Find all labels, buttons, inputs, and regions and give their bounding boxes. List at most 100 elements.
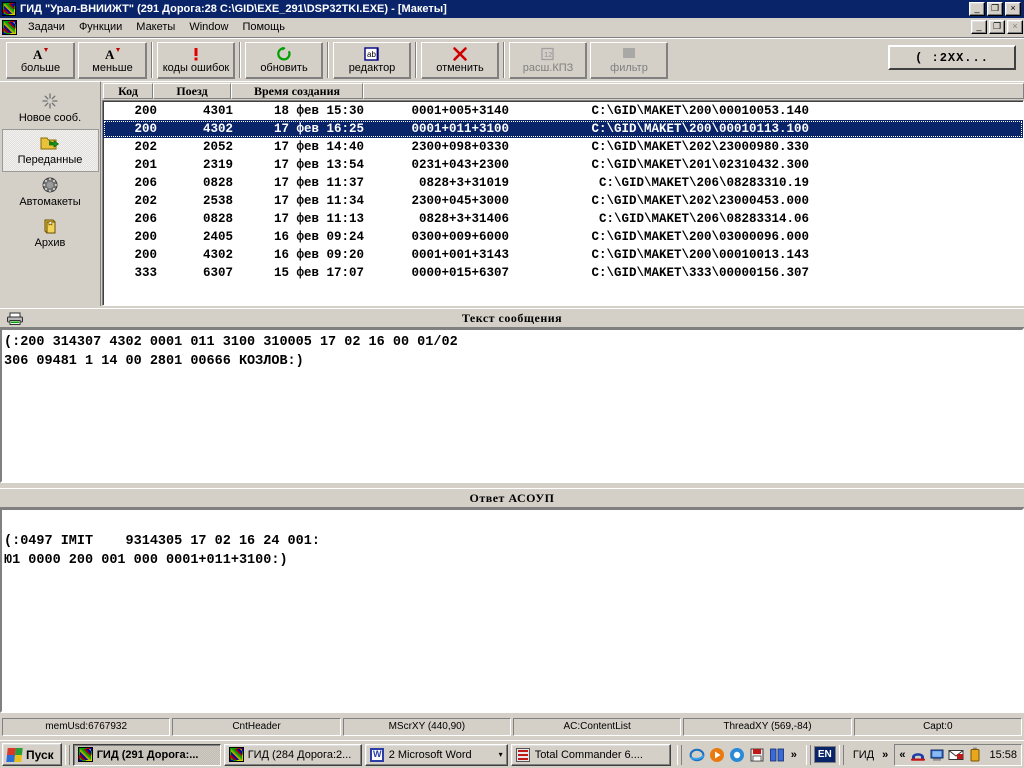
- font-larger-label: больше: [20, 62, 61, 74]
- toolbar-separator-2: [239, 42, 241, 78]
- menu-item-makets[interactable]: Макеты: [129, 19, 182, 35]
- cell-path: C:\GID\MAKET\206\08283310.19: [598, 176, 809, 190]
- column-header-code[interactable]: Код: [103, 83, 153, 99]
- table-row[interactable]: 200 4302 16 фев 09:20 0001+001+3143 C:\G…: [103, 246, 1023, 264]
- cell-time: 17 фев 11:13: [273, 212, 364, 226]
- cell-index: 0001+005+3140: [411, 104, 509, 118]
- taskbar-clock[interactable]: 15:58: [989, 749, 1017, 761]
- menu-item-window[interactable]: Window: [182, 19, 235, 35]
- mdi-minimize-button[interactable]: _: [971, 20, 987, 34]
- start-button[interactable]: Пуск: [2, 743, 62, 766]
- menu-item-functions[interactable]: Функции: [72, 19, 129, 35]
- mdi-restore-button[interactable]: ❐: [989, 20, 1005, 34]
- table-row[interactable]: 206 0828 17 фев 11:13 0828+3+31406 C:\GI…: [103, 210, 1023, 228]
- taskbar-grip-4[interactable]: [838, 744, 844, 765]
- task-button-word[interactable]: W 2 Microsoft Word ▾: [364, 743, 508, 766]
- asoup-response-title: Ответ АСОУП: [469, 490, 555, 505]
- command-code-box[interactable]: ( :2XX...: [888, 45, 1016, 70]
- task-button-gid-284[interactable]: ГИД (284 Дорога:2...: [223, 743, 362, 766]
- status-cell-threadxy: ThreadXY (569,-84): [683, 717, 852, 736]
- message-list[interactable]: 200 4301 18 фев 15:30 0001+005+3140 C:\G…: [102, 100, 1024, 306]
- table-row[interactable]: 333 6307 15 фев 17:07 0000+015+6307 C:\G…: [103, 264, 1023, 282]
- filter-button[interactable]: фильтр: [590, 42, 668, 79]
- grid-filter-icon: [621, 45, 637, 62]
- exclamation-icon: [189, 45, 203, 62]
- error-codes-button[interactable]: коды ошибок: [157, 42, 235, 79]
- cell-path: C:\GID\MAKET\200\00010013.143: [591, 248, 809, 262]
- asoup-response-body[interactable]: (:0497 IMIT 9314305 17 02 16 24 001: Ю1 …: [0, 508, 1024, 713]
- taskbar-grip-3[interactable]: [805, 744, 811, 765]
- message-text-body[interactable]: (:200 314307 4302 0001 011 3100 310005 1…: [0, 328, 1024, 483]
- table-row[interactable]: 202 2538 17 фев 11:34 2300+045+3000 C:\G…: [103, 192, 1023, 210]
- mdi-child-controls: _ ❐ ×: [971, 20, 1023, 34]
- editor-button[interactable]: ab редактор: [333, 42, 411, 79]
- task-button-gid-291[interactable]: ГИД (291 Дорога:...: [72, 743, 221, 766]
- task-button-total-commander[interactable]: Total Commander 6....: [510, 743, 671, 766]
- network-icon[interactable]: [929, 747, 945, 763]
- cell-path: C:\GID\MAKET\201\02310432.300: [591, 158, 809, 172]
- battery-icon[interactable]: [967, 747, 983, 763]
- cancel-button[interactable]: отменить: [421, 42, 499, 79]
- column-header-extra[interactable]: [363, 83, 1024, 99]
- menu-item-help[interactable]: Помощь: [235, 19, 292, 35]
- table-row[interactable]: 200 2405 16 фев 09:24 0300+009+6000 C:\G…: [103, 228, 1023, 246]
- media-player-icon[interactable]: [709, 746, 726, 763]
- modem-phone-icon[interactable]: [910, 747, 926, 763]
- nav-item-auto-makets[interactable]: Автомакеты: [2, 172, 99, 213]
- table-row[interactable]: 200 4302 17 фев 16:25 0001+011+3100 C:\G…: [103, 120, 1023, 138]
- tray-expand-chevron-icon[interactable]: «: [897, 749, 907, 761]
- close-button[interactable]: ×: [1005, 2, 1021, 16]
- browser-icon[interactable]: [729, 746, 746, 763]
- refresh-button[interactable]: обновить: [245, 42, 323, 79]
- table-row[interactable]: 206 0828 17 фев 11:37 0828+3+31019 C:\GI…: [103, 174, 1023, 192]
- mdi-child-icon[interactable]: [2, 19, 17, 35]
- extended-kpz-button[interactable]: 12 расш.КПЗ: [509, 42, 587, 79]
- cell-path: C:\GID\MAKET\202\23000980.330: [591, 140, 809, 154]
- cell-train: 4302: [202, 122, 233, 136]
- gid-band-overflow-chevron-icon[interactable]: »: [880, 749, 890, 761]
- toolbar-separator-3: [327, 42, 329, 78]
- status-bar: memUsd:6767932 CntHeader MScrXY (440,90)…: [0, 716, 1024, 737]
- font-smaller-button[interactable]: A меньше: [78, 42, 147, 79]
- column-header-train[interactable]: Поезд: [153, 83, 231, 99]
- cancel-label: отменить: [436, 62, 484, 74]
- menu-bar: Задачи Функции Макеты Window Помощь _ ❐ …: [0, 18, 1024, 37]
- cell-path: C:\GID\MAKET\200\03000096.000: [591, 230, 809, 244]
- status-cell-cntheader: CntHeader: [172, 717, 341, 736]
- nav-item-sent[interactable]: Переданные: [1, 129, 99, 172]
- table-row[interactable]: 200 4301 18 фев 15:30 0001+005+3140 C:\G…: [103, 102, 1023, 120]
- quick-launch-overflow-chevron-icon[interactable]: »: [789, 749, 799, 761]
- mdi-close-button[interactable]: ×: [1007, 20, 1023, 34]
- font-larger-button[interactable]: A больше: [6, 42, 75, 79]
- filter-label: фильтр: [610, 62, 648, 74]
- taskbar-grip-1[interactable]: [64, 744, 70, 765]
- table-row[interactable]: 202 2052 17 фев 14:40 2300+098+0330 C:\G…: [103, 138, 1023, 156]
- app-logo-icon[interactable]: [2, 2, 16, 16]
- cell-path: C:\GID\MAKET\333\00000156.307: [591, 266, 809, 280]
- mail-icon[interactable]: [948, 747, 964, 763]
- windows-panels-icon[interactable]: [769, 746, 786, 763]
- gid-toolbar-band-label[interactable]: ГИД: [847, 749, 880, 761]
- message-list-pane: Код Поезд Время создания 200 4301 18 фев…: [101, 81, 1024, 306]
- toolbar-separator-5: [503, 42, 505, 78]
- nav-item-new-message[interactable]: Новое сооб.: [2, 88, 99, 129]
- nav-item-archive[interactable]: Архив: [2, 213, 99, 254]
- taskbar-grip-2[interactable]: [676, 744, 682, 765]
- internet-explorer-icon[interactable]: [689, 746, 706, 763]
- window-title: ГИД "Урал-ВНИИЖТ" (291 Дорога:28 C:\GID\…: [20, 3, 447, 15]
- nav-item-sent-label: Переданные: [17, 154, 83, 166]
- save-disk-icon[interactable]: [749, 746, 766, 763]
- column-header-time[interactable]: Время создания: [231, 83, 363, 99]
- table-row[interactable]: 201 2319 17 фев 13:54 0231+043+2300 C:\G…: [103, 156, 1023, 174]
- chevron-down-icon[interactable]: ▾: [499, 750, 503, 759]
- restore-button[interactable]: ❐: [987, 2, 1003, 16]
- minimize-button[interactable]: _: [969, 2, 985, 16]
- language-indicator[interactable]: EN: [813, 746, 836, 763]
- cell-train: 2405: [202, 230, 233, 244]
- printer-icon[interactable]: [4, 311, 26, 327]
- menu-item-tasks[interactable]: Задачи: [21, 19, 72, 35]
- cell-time: 16 фев 09:24: [273, 230, 364, 244]
- new-message-icon: [41, 91, 59, 111]
- cell-index: 0001+001+3143: [411, 248, 509, 262]
- cell-index: 0000+015+6307: [411, 266, 509, 280]
